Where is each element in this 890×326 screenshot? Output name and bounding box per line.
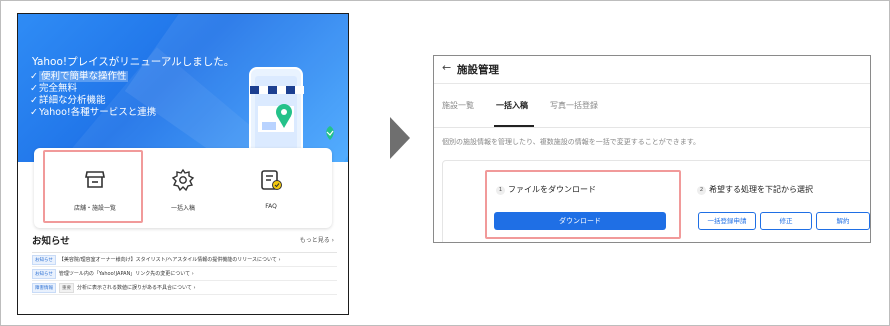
back-arrow-icon[interactable]: ←: [442, 61, 451, 74]
hero-banner[interactable]: Yahoo!プレイスがリニューアルしました。 ✓ 便利で簡単な操作性 ✓完全無料 …: [18, 14, 348, 162]
feature-item: ✓ 便利で簡単な操作性: [30, 71, 129, 82]
tab-bulk-upload[interactable]: 一括入稿: [496, 100, 528, 111]
menu-label: 一括入稿: [170, 205, 195, 212]
news-list: お知らせ 【美容院/理容室オーナー様向け】スタイリスト/ヘアスタイル情報の提供機…: [32, 252, 337, 295]
feature-item: ✓Yahoo!各種サービスと連携: [30, 107, 157, 118]
highlight-box: [485, 170, 681, 239]
chevron-right-arrow: [390, 117, 410, 159]
news-more-link[interactable]: もっと見る ›: [300, 235, 334, 244]
tab-photo-bulk[interactable]: 写真一括登録: [550, 100, 598, 111]
step2-title: 2 希望する処理を下記から選択: [697, 184, 813, 195]
news-text: 【美容院/理容室オーナー様向け】スタイリスト/ヘアスタイル情報の提供機能のリリー…: [58, 257, 281, 263]
old-top-screen: Yahoo!プレイスがリニューアルしました。 ✓ 便利で簡単な操作性 ✓完全無料 …: [17, 13, 349, 315]
step-number: 2: [697, 186, 706, 195]
menu-item-bulk-upload[interactable]: 一括入稿: [138, 148, 228, 228]
feature-item: ✓完全無料: [30, 83, 77, 94]
cancel-contract-button[interactable]: 解約: [816, 212, 870, 230]
news-badge: お知らせ: [32, 254, 56, 265]
news-badge: お知らせ: [32, 268, 56, 279]
highlight-box: [43, 150, 143, 223]
bulk-register-button[interactable]: 一括登録申請: [698, 212, 756, 230]
menu-item-faq[interactable]: FAQ: [226, 148, 316, 228]
gear-icon: [171, 168, 195, 192]
modify-button[interactable]: 修正: [760, 212, 812, 230]
news-text: 管理ツール内の「Yahoo!JAPAN」リンク先の変更について ›: [58, 271, 194, 277]
header-divider: [434, 83, 870, 84]
news-badge: 重要: [59, 282, 74, 293]
leaf-icon: [326, 126, 334, 140]
tabs-divider: [434, 127, 870, 128]
news-item[interactable]: 障害情報 重要 分析に表示される数値に誤りがある不具合について ›: [32, 281, 337, 295]
hero-title: Yahoo!プレイスがリニューアルしました。: [32, 56, 235, 68]
description-text: 個別の施設情報を管理したり、複数施設の情報を一括で変更することができます。: [442, 138, 701, 146]
news-heading: お知らせ: [32, 236, 70, 247]
page-title: 施設管理: [457, 64, 499, 76]
feature-item: ✓詳細な分析機能: [30, 95, 106, 106]
news-badge: 障害情報: [32, 282, 56, 293]
news-item[interactable]: お知らせ 管理ツール内の「Yahoo!JAPAN」リンク先の変更について ›: [32, 267, 337, 281]
menu-label: FAQ: [265, 203, 277, 210]
news-text: 分析に表示される数値に誤りがある不具合について ›: [77, 285, 196, 291]
faq-icon: [261, 170, 282, 190]
tab-facility-list[interactable]: 施設一覧: [442, 100, 474, 111]
feature-list: ✓ 便利で簡単な操作性 ✓完全無料 ✓詳細な分析機能 ✓Yahoo!各種サービスと…: [30, 71, 156, 119]
news-item[interactable]: お知らせ 【美容院/理容室オーナー様向け】スタイリスト/ヘアスタイル情報の提供機…: [32, 253, 337, 267]
comparison-figure: Yahoo!プレイスがリニューアルしました。 ✓ 便利で簡単な操作性 ✓完全無料 …: [0, 0, 890, 326]
